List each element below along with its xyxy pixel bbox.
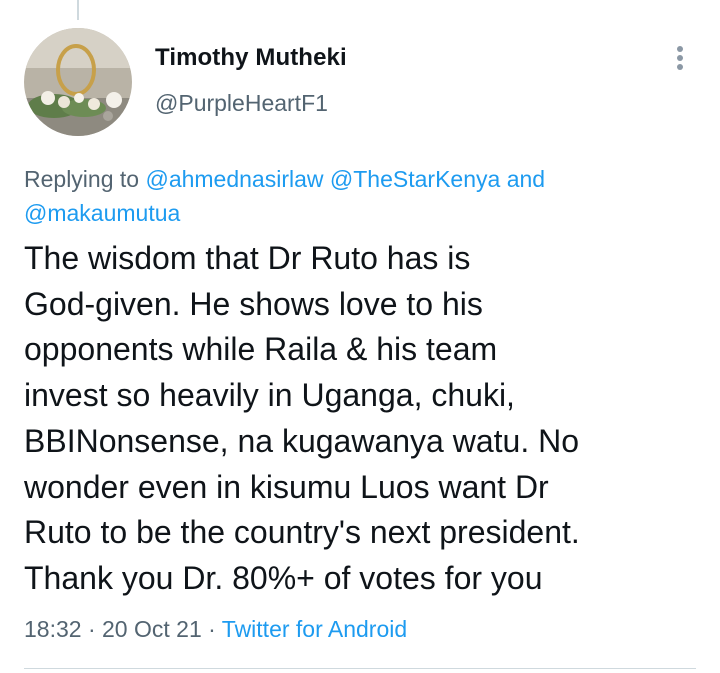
tweet-text: The wisdom that Dr Ruto has is God-given… — [24, 240, 580, 596]
author-display-name[interactable]: Timothy Mutheki — [155, 44, 347, 72]
reply-mention-others-link[interactable]: and — [507, 166, 545, 192]
tweet-meta: 18:32 · 20 Oct 21 · Twitter for Android — [24, 616, 407, 643]
replying-to-line: Replying to @ahmednasirlaw @TheStarKenya… — [24, 162, 704, 230]
tweet-time[interactable]: 18:32 — [24, 616, 82, 642]
divider — [24, 668, 696, 669]
reply-mention-ahmednasirlaw[interactable]: @ahmednasirlaw — [145, 166, 323, 192]
author-handle[interactable]: @PurpleHeartF1 — [155, 90, 328, 117]
thread-connector-line — [77, 0, 79, 20]
reply-mention-thestarkenya[interactable]: @TheStarKenya — [330, 166, 500, 192]
reply-mention-makaumutua[interactable]: @makaumutua — [24, 200, 180, 226]
replying-prefix: Replying to — [24, 166, 140, 192]
avatar-photo — [24, 28, 132, 136]
meta-separator: · — [87, 616, 96, 642]
meta-separator: · — [208, 616, 216, 642]
tweet-source-link[interactable]: Twitter for Android — [222, 616, 407, 642]
more-vertical-icon[interactable] — [670, 46, 690, 76]
avatar[interactable] — [24, 28, 132, 136]
tweet-date[interactable]: 20 Oct 21 — [102, 616, 202, 642]
